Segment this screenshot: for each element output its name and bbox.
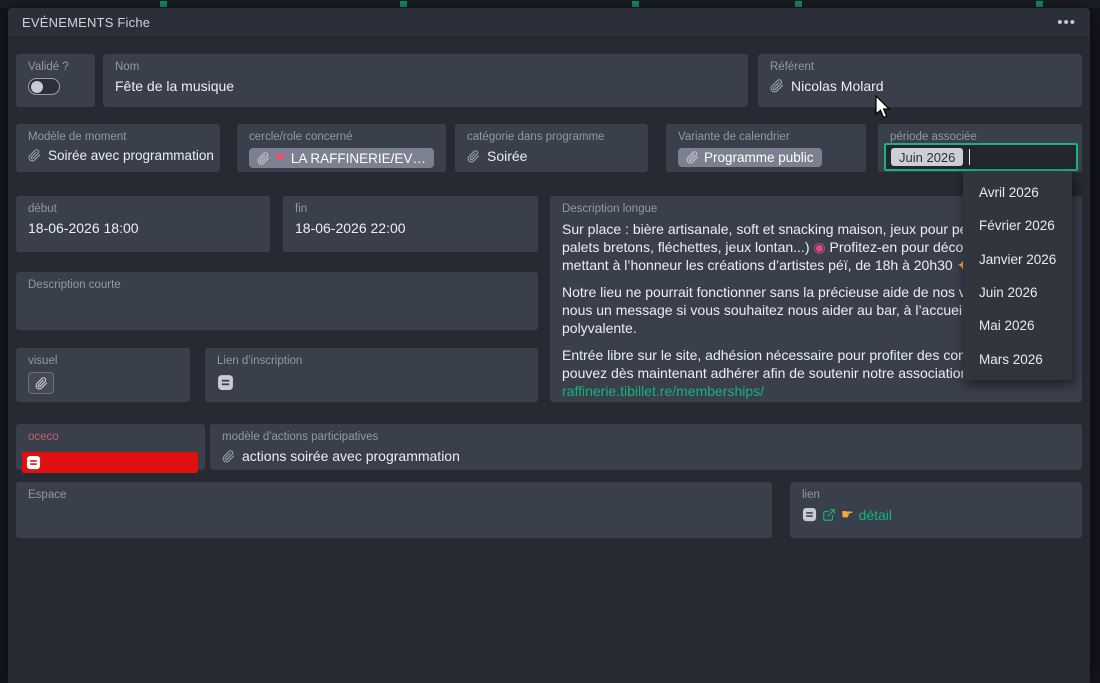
field-label: Espace [28,489,760,501]
field-nom[interactable]: Nom Fête de la musique [103,54,748,107]
note-card-icon [802,507,817,522]
field-referent[interactable]: Référent Nicolas Molard [758,54,1082,107]
periode-edit-cell[interactable]: Juin 2026 [884,143,1078,171]
field-variante[interactable]: Variante de calendrier Programme public [666,124,866,172]
field-label: lien [802,489,1070,501]
dropdown-option[interactable]: Mai 2026 [963,309,1072,342]
field-lien-inscription[interactable]: Lien d'inscription [205,348,538,402]
toggle-knob [31,81,43,93]
page-title: EVÉNEMENTS Fiche [22,15,150,30]
field-label: modèle d'actions participatives [222,431,1070,443]
reference-link-icon [686,151,699,164]
field-label: visuel [28,355,178,367]
reference-link-icon [222,450,235,463]
dropdown-option[interactable]: Mars 2026 [963,342,1072,375]
reference-link-icon [770,79,784,93]
field-modele-actions[interactable]: modèle d'actions participatives actions … [210,424,1082,470]
field-label: Validé ? [28,61,83,73]
periode-dropdown: Avril 2026Février 2026Janvier 2026Juin 2… [963,172,1072,380]
record-card-panel: EVÉNEMENTS Fiche ••• Validé ? Nom Fête d… [8,8,1090,683]
oceco-alert-bar[interactable] [22,452,198,473]
field-value: 18-06-2026 22:00 [295,220,526,236]
field-label: oceco [28,431,193,443]
field-label: Nom [115,61,736,73]
background-page-strip [0,0,1100,8]
field-value: 18-06-2026 18:00 [28,220,258,236]
field-label: début [28,203,258,215]
reference-link-icon [28,149,41,162]
heart-icon: ❤ [275,150,286,166]
note-card-icon [217,374,234,391]
external-link-icon[interactable] [822,508,836,522]
field-visuel[interactable]: visuel [16,348,190,402]
detail-link[interactable]: détail [859,507,892,523]
field-label: période associée [890,131,1070,143]
field-value: Nicolas Molard [791,78,884,94]
field-cercle-role[interactable]: cercle/role concerné ❤ LA RAFFINERIE/EV… [237,124,446,172]
chip-label: LA RAFFINERIE/EV… [291,151,426,166]
field-lien[interactable]: lien ☛ détail [790,482,1082,538]
attach-file-button[interactable] [28,372,54,394]
field-label: catégorie dans programme [467,131,636,143]
background-green-icon [1036,1,1043,7]
field-label: Variante de calendrier [678,131,854,143]
field-label: Modèle de moment [28,131,208,143]
field-categorie[interactable]: catégorie dans programme Soirée [455,124,648,172]
field-value: Fête de la musique [115,78,736,94]
dropdown-option[interactable]: Janvier 2026 [963,243,1072,276]
dropdown-option[interactable]: Juin 2026 [963,276,1072,309]
dropdown-options: Avril 2026Février 2026Janvier 2026Juin 2… [963,176,1072,376]
field-label: fin [295,203,526,215]
memberships-link[interactable]: raffinerie.tibillet.re/memberships/ [562,382,1070,400]
background-green-icon [400,1,407,7]
chip-label: Programme public [704,150,814,165]
field-label: Description courte [28,279,526,291]
dropdown-option[interactable]: Avril 2026 [963,176,1072,209]
reference-link-icon [257,152,270,165]
periode-chip[interactable]: Juin 2026 [891,148,963,166]
field-label: Lien d'inscription [217,355,526,367]
note-card-icon [26,455,41,470]
more-options-icon[interactable]: ••• [1057,18,1076,28]
field-value: actions soirée avec programmation [242,448,460,464]
background-green-icon [795,1,802,7]
background-green-icon [160,1,167,7]
field-label: Référent [770,61,1070,73]
valide-toggle[interactable] [28,78,60,95]
field-debut[interactable]: début 18-06-2026 18:00 [16,196,270,252]
text-caret [969,149,970,165]
field-description-courte[interactable]: Description courte [16,272,538,330]
field-value: Soirée avec programmation [48,148,214,163]
field-modele-moment[interactable]: Modèle de moment Soirée avec programmati… [16,124,220,172]
dropdown-option[interactable]: Février 2026 [963,209,1072,242]
background-green-icon [632,1,639,7]
field-valide: Validé ? [16,54,95,107]
reference-link-icon [467,150,480,163]
field-espace[interactable]: Espace [16,482,772,538]
field-label: cercle/role concerné [249,131,434,143]
reference-chip[interactable]: ❤ LA RAFFINERIE/EV… [249,148,434,168]
paperclip-icon [35,377,48,390]
field-oceco[interactable]: oceco [16,424,205,470]
pointing-hand-icon: ☛ [841,506,854,523]
panel-header: EVÉNEMENTS Fiche ••• [8,8,1090,38]
field-fin[interactable]: fin 18-06-2026 22:00 [283,196,538,252]
field-value: Soirée [487,148,527,164]
reference-chip[interactable]: Programme public [678,148,822,167]
